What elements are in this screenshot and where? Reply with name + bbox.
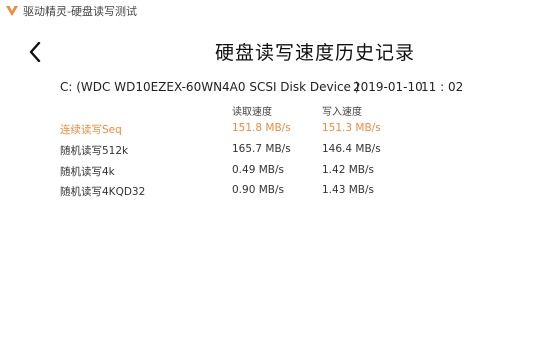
app-title: 驱动精灵-硬盘读写测试 xyxy=(23,5,137,18)
test-name: 随机读写4k xyxy=(60,166,115,178)
disk-name: C: (WDC WD10EZEX-60WN4A0 SCSI Disk Devic… xyxy=(60,80,360,94)
write-speed: 1.43 MB/s xyxy=(322,184,374,196)
write-speed: 151.3 MB/s xyxy=(322,122,381,134)
column-header-write: 写入速度 xyxy=(322,107,362,118)
title-bar: 驱动精灵-硬盘读写测试 xyxy=(0,0,540,22)
result-row-seq: 连续读写Seq 151.8 MB/s 151.3 MB/s xyxy=(60,122,440,138)
read-speed: 0.90 MB/s xyxy=(232,184,284,196)
read-speed: 165.7 MB/s xyxy=(232,143,291,155)
result-row-4kqd32: 随机读写4KQD32 0.90 MB/s 1.43 MB/s xyxy=(60,184,440,200)
write-speed: 1.42 MB/s xyxy=(322,164,374,176)
back-button[interactable] xyxy=(24,39,46,65)
test-date: 2019-01-10 xyxy=(353,80,423,94)
page-title: 硬盘读写速度历史记录 xyxy=(214,42,415,64)
column-header-read: 读取速度 xyxy=(232,107,272,118)
app-logo-icon xyxy=(5,4,19,18)
test-name: 随机读写4KQD32 xyxy=(60,186,146,198)
disk-info-row: C: (WDC WD10EZEX-60WN4A0 SCSI Disk Devic… xyxy=(60,80,480,98)
result-row-512k: 随机读写512k 165.7 MB/s 146.4 MB/s xyxy=(60,143,440,159)
write-speed: 146.4 MB/s xyxy=(322,143,381,155)
chevron-left-icon xyxy=(29,42,41,62)
read-speed: 0.49 MB/s xyxy=(232,164,284,176)
test-name: 随机读写512k xyxy=(60,145,129,157)
read-speed: 151.8 MB/s xyxy=(232,122,291,134)
test-name: 连续读写Seq xyxy=(60,124,122,136)
result-row-4k: 随机读写4k 0.49 MB/s 1.42 MB/s xyxy=(60,164,440,180)
test-time: 11 : 02 xyxy=(421,80,464,94)
